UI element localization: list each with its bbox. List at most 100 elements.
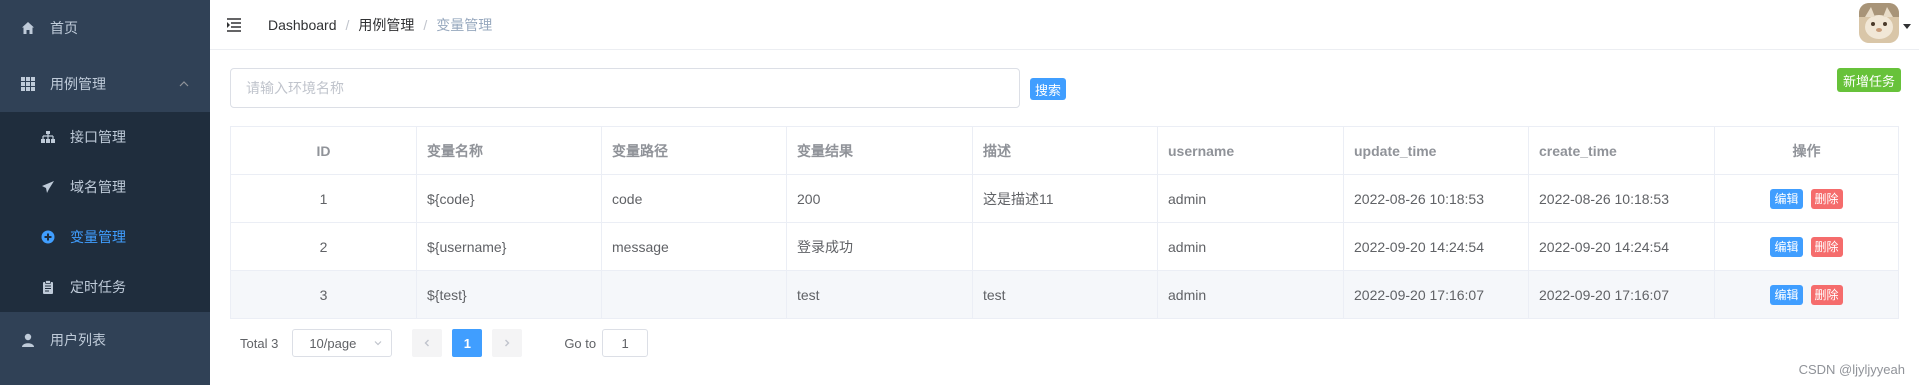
sidebar-item-label: 接口管理 xyxy=(70,129,126,145)
cell-var-path: code xyxy=(601,174,787,223)
cell-var-name: ${code} xyxy=(416,174,602,223)
watermark: CSDN @ljyljyyeah xyxy=(1798,362,1905,377)
cell-username: admin xyxy=(1157,222,1344,271)
next-page-button[interactable] xyxy=(492,329,523,357)
page-content: 搜索 新增任务 ID 变量名称 变量路径 变量结果 描述 username up… xyxy=(210,50,1919,357)
cell-var-result: 200 xyxy=(786,174,973,223)
variables-table: ID 变量名称 变量路径 变量结果 描述 username update_tim… xyxy=(230,126,1899,319)
sidebar-item-schedule[interactable]: 定时任务 xyxy=(0,262,210,312)
app-root: 首页 用例管理 接口管理 域名管理 变量管理 定时任务 用户列表 Dashboa… xyxy=(0,0,1919,385)
table-header-row: ID 变量名称 变量路径 变量结果 描述 username update_tim… xyxy=(230,126,1899,175)
search-toolbar: 搜索 xyxy=(230,68,1899,108)
caret-down-icon xyxy=(1903,17,1911,33)
sidebar-item-label: 首页 xyxy=(50,20,78,36)
edit-button[interactable]: 编辑 xyxy=(1770,284,1803,305)
breadcrumb: Dashboard / 用例管理 / 变量管理 xyxy=(268,15,492,35)
page-number-button[interactable]: 1 xyxy=(452,329,483,357)
sidebar-item-users[interactable]: 用户列表 xyxy=(0,312,210,368)
sidebar-item-label: 定时任务 xyxy=(70,279,126,295)
column-header-var-path: 变量路径 xyxy=(601,126,787,175)
submenu-cases: 接口管理 域名管理 变量管理 定时任务 xyxy=(0,112,210,312)
chevron-right-icon xyxy=(505,339,510,347)
cell-description: 这是描述11 xyxy=(972,174,1158,223)
pagination-total: Total 3 xyxy=(240,335,279,351)
column-header-var-name: 变量名称 xyxy=(416,126,602,175)
search-button[interactable]: 搜索 xyxy=(1030,78,1067,100)
sidebar-item-variables[interactable]: 变量管理 xyxy=(0,212,210,262)
prev-page-button[interactable] xyxy=(412,329,443,357)
column-header-update-time: update_time xyxy=(1343,126,1529,175)
sidebar-item-label: 域名管理 xyxy=(70,179,126,195)
cell-var-path xyxy=(601,270,787,319)
table-row: 3 ${test} test test admin 2022-09-20 17:… xyxy=(230,270,1899,319)
column-header-description: 描述 xyxy=(972,126,1158,175)
sidebar-item-label: 变量管理 xyxy=(70,229,126,245)
cell-id: 1 xyxy=(230,174,417,223)
avatar[interactable] xyxy=(1859,3,1899,43)
cell-username: admin xyxy=(1157,270,1344,319)
add-task-button[interactable]: 新增任务 xyxy=(1836,68,1901,92)
sidebar: 首页 用例管理 接口管理 域名管理 变量管理 定时任务 用户列表 xyxy=(0,0,210,385)
cell-var-name: ${test} xyxy=(416,270,602,319)
goto-label: Go to xyxy=(564,335,597,351)
user-icon xyxy=(20,332,36,348)
sidebar-group-label: 用例管理 xyxy=(50,76,106,92)
column-header-username: username xyxy=(1157,126,1344,175)
column-header-create-time: create_time xyxy=(1528,126,1715,175)
table-row: 2 ${username} message 登录成功 admin 2022-09… xyxy=(230,222,1899,271)
sidebar-item-label: 用户列表 xyxy=(50,332,106,348)
column-header-id: ID xyxy=(230,126,417,175)
cell-username: admin xyxy=(1157,174,1344,223)
cell-actions: 编辑 删除 xyxy=(1714,270,1899,319)
cell-description: test xyxy=(972,270,1158,319)
cell-var-result: 登录成功 xyxy=(786,222,973,271)
cell-var-result: test xyxy=(786,270,973,319)
edit-button[interactable]: 编辑 xyxy=(1770,236,1803,257)
cell-description xyxy=(972,222,1158,271)
column-header-actions: 操作 xyxy=(1714,126,1899,175)
main-area: Dashboard / 用例管理 / 变量管理 请输入环境名称 搜索 新增任务 … xyxy=(210,0,1919,385)
breadcrumb-separator: / xyxy=(345,16,350,33)
home-icon xyxy=(20,20,36,36)
column-header-var-result: 变量结果 xyxy=(786,126,973,175)
navbar: Dashboard / 用例管理 / 变量管理 xyxy=(210,0,1919,50)
page-size-value: 10/page xyxy=(309,335,357,351)
circle-plus-icon xyxy=(40,229,56,245)
goto-page-input[interactable] xyxy=(602,329,649,357)
cell-create-time: 2022-08-26 10:18:53 xyxy=(1528,174,1715,223)
sitemap-icon xyxy=(40,129,56,145)
clipboard-icon xyxy=(40,279,56,295)
sidebar-item-api[interactable]: 接口管理 xyxy=(0,112,210,162)
cell-update-time: 2022-08-26 10:18:53 xyxy=(1343,174,1529,223)
delete-button[interactable]: 删除 xyxy=(1810,188,1843,209)
cell-create-time: 2022-09-20 17:16:07 xyxy=(1528,270,1715,319)
goto-page: Go to xyxy=(564,329,649,357)
user-menu[interactable] xyxy=(1859,3,1911,43)
sidebar-group-cases[interactable]: 用例管理 xyxy=(0,56,210,112)
chevron-left-icon xyxy=(424,339,430,347)
edit-button[interactable]: 编辑 xyxy=(1770,188,1803,209)
cell-id: 3 xyxy=(230,270,417,319)
page-size-select[interactable]: 10/page xyxy=(292,329,393,357)
cell-actions: 编辑 删除 xyxy=(1714,222,1899,271)
cell-var-path: message xyxy=(601,222,787,271)
cell-var-name: ${username} xyxy=(416,222,602,271)
sidebar-item-domain[interactable]: 域名管理 xyxy=(0,162,210,212)
paper-plane-icon xyxy=(40,179,56,195)
cell-update-time: 2022-09-20 14:24:54 xyxy=(1343,222,1529,271)
search-input[interactable] xyxy=(230,68,1020,108)
hamburger-icon[interactable] xyxy=(226,15,246,35)
breadcrumb-item-cases[interactable]: 用例管理 xyxy=(358,15,414,35)
pagination: Total 3 10/page 1 Go to xyxy=(230,329,1899,357)
cell-create-time: 2022-09-20 14:24:54 xyxy=(1528,222,1715,271)
delete-button[interactable]: 删除 xyxy=(1810,236,1843,257)
table-row: 1 ${code} code 200 这是描述11 admin 2022-08-… xyxy=(230,174,1899,223)
grid-icon xyxy=(20,76,36,92)
chevron-up-icon xyxy=(178,77,190,93)
cell-update-time: 2022-09-20 17:16:07 xyxy=(1343,270,1529,319)
breadcrumb-item-current: 变量管理 xyxy=(436,16,493,33)
breadcrumb-item-dashboard[interactable]: Dashboard xyxy=(268,17,337,33)
breadcrumb-separator: / xyxy=(423,16,428,33)
delete-button[interactable]: 删除 xyxy=(1810,284,1843,305)
sidebar-item-home[interactable]: 首页 xyxy=(0,0,210,56)
